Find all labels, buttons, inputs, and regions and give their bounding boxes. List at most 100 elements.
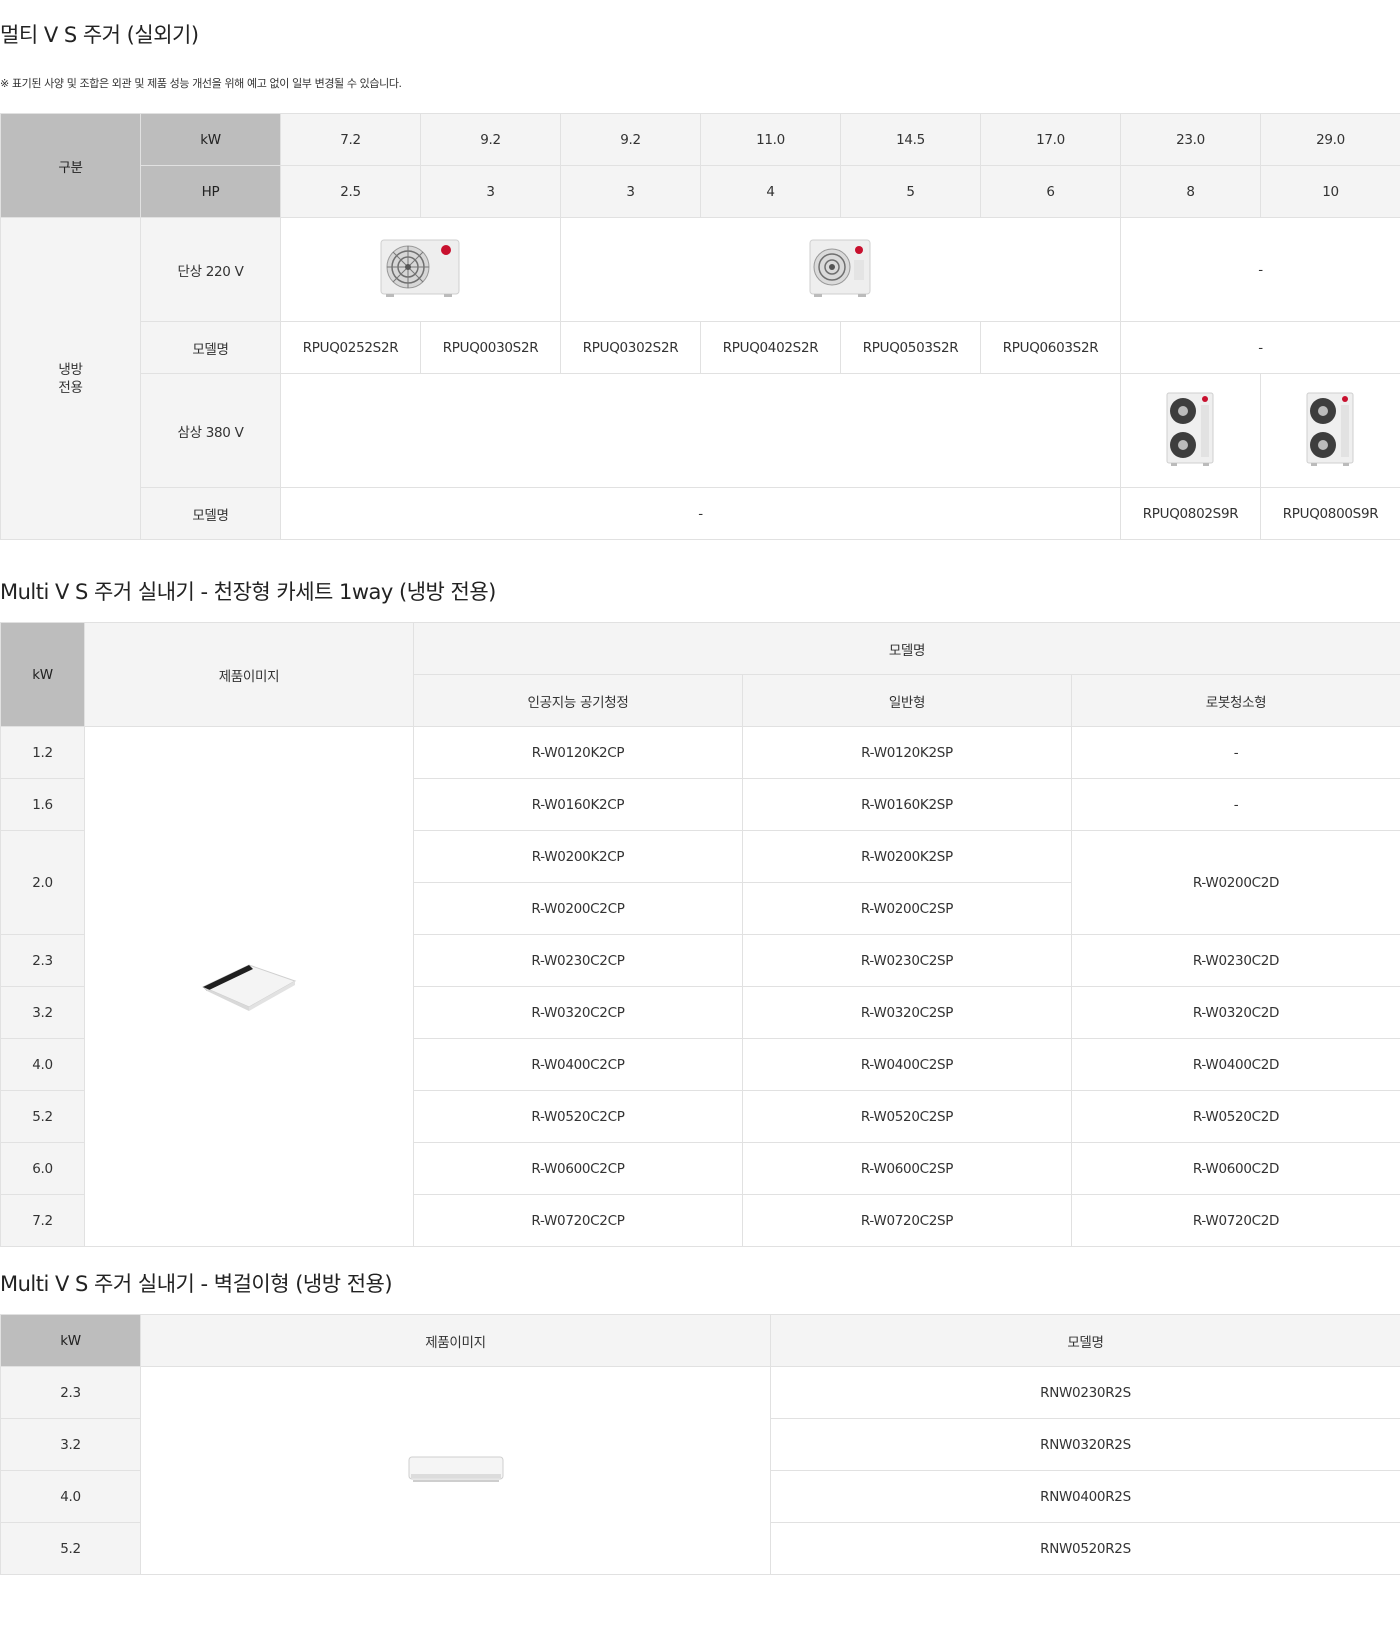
model-cell: R-W0200K2CP	[414, 831, 743, 883]
kw-cell: 23.0	[1121, 114, 1261, 166]
wall-mount-unit-image	[407, 1454, 505, 1488]
outdoor-unit-image-cell	[561, 218, 1121, 322]
model-cell: RPUQ0302S2R	[561, 322, 701, 374]
model-cell: R-W0520C2CP	[414, 1091, 743, 1143]
kw-header-cell: kW	[1, 1315, 141, 1367]
kw-cell: 4.0	[1, 1471, 141, 1523]
kw-cell: 17.0	[981, 114, 1121, 166]
single-phase-model-row: 모델명 RPUQ0252S2R RPUQ0030S2R RPUQ0302S2R …	[1, 322, 1400, 374]
model-cell: R-W0230C2CP	[414, 935, 743, 987]
image-header-cell: 제품이미지	[85, 623, 414, 727]
ceiling-cassette-image	[201, 957, 297, 1017]
wall-mount-spec-table: kW 제품이미지 모델명 2.3 RNW0230R2S 3.2 RNW0320R…	[0, 1314, 1400, 1575]
hp-cell: 3	[421, 166, 561, 218]
cassette-spec-table: kW 제품이미지 모델명 인공지능 공기청정 일반형 로봇청소형 1.2	[0, 622, 1400, 1247]
outdoor-unit-image-cell	[281, 218, 561, 322]
kw-label-cell: kW	[141, 114, 281, 166]
cassette-title: Multi V S 주거 실내기 - 천장형 카세트 1way (냉방 전용)	[0, 576, 1400, 608]
kw-cell: 14.5	[841, 114, 981, 166]
kw-cell: 11.0	[701, 114, 841, 166]
cooling-only-cell: 냉방 전용	[1, 218, 141, 540]
model-header-cell: 모델명	[414, 623, 1400, 675]
spec-notice: ※ 표기된 사양 및 조합은 외관 및 제품 성능 개선을 위해 예고 없이 일…	[0, 75, 1400, 93]
model-cell: RNW0400R2S	[771, 1471, 1400, 1523]
kw-row: 구분 kW 7.2 9.2 9.2 11.0 14.5 17.0 23.0 29…	[1, 114, 1400, 166]
model-cell: RPUQ0503S2R	[841, 322, 981, 374]
kw-cell: 6.0	[1, 1143, 85, 1195]
outdoor-unit-dual-fan-image	[1165, 391, 1217, 471]
model-cell: -	[1072, 727, 1400, 779]
outdoor-unit-fan-image	[380, 238, 462, 302]
model-cell: R-W0600C2D	[1072, 1143, 1400, 1195]
hp-cell: 5	[841, 166, 981, 218]
group-header-cell: 구분	[1, 114, 141, 218]
model-cell: R-W0400C2SP	[743, 1039, 1072, 1091]
model-empty-cell: -	[281, 488, 1121, 540]
model-cell: R-W0400C2D	[1072, 1039, 1400, 1091]
kw-cell: 3.2	[1, 1419, 141, 1471]
hp-cell: 4	[701, 166, 841, 218]
kw-cell: 5.2	[1, 1523, 141, 1575]
model-cell: RPUQ0800S9R	[1261, 488, 1400, 540]
outdoor-spec-table: 구분 kW 7.2 9.2 9.2 11.0 14.5 17.0 23.0 29…	[0, 113, 1400, 540]
three-phase-image-row: 삼상 380 V	[1, 374, 1400, 488]
model-cell: R-W0120K2SP	[743, 727, 1072, 779]
model-cell: R-W0200C2CP	[414, 883, 743, 935]
model-cell: RPUQ0030S2R	[421, 322, 561, 374]
hp-cell: 3	[561, 166, 701, 218]
model-cell: R-W0520C2D	[1072, 1091, 1400, 1143]
outdoor-unit-compact-image	[808, 238, 874, 302]
model-cell: R-W0720C2SP	[743, 1195, 1072, 1247]
kw-cell: 5.2	[1, 1091, 85, 1143]
standard-header: 일반형	[743, 675, 1072, 727]
cassette-image-cell	[85, 727, 414, 1247]
model-cell: R-W0320C2D	[1072, 987, 1400, 1039]
model-cell: R-W0320C2SP	[743, 987, 1072, 1039]
outdoor-unit-image-cell	[1121, 374, 1261, 488]
model-cell: RPUQ0603S2R	[981, 322, 1121, 374]
ai-purifier-header: 인공지능 공기청정	[414, 675, 743, 727]
model-cell: RPUQ0402S2R	[701, 322, 841, 374]
three-phase-blank-cell	[281, 374, 1121, 488]
model-cell: R-W0230C2SP	[743, 935, 1072, 987]
model-cell: RPUQ0252S2R	[281, 322, 421, 374]
kw-cell: 2.3	[1, 935, 85, 987]
hp-cell: 8	[1121, 166, 1261, 218]
kw-cell: 29.0	[1261, 114, 1400, 166]
single-phase-label: 단상 220 V	[141, 218, 281, 322]
model-cell: R-W0120K2CP	[414, 727, 743, 779]
model-cell: RNW0520R2S	[771, 1523, 1400, 1575]
model-cell: -	[1072, 779, 1400, 831]
outdoor-unit-title: 멀티 V S 주거 (실외기)	[0, 19, 1400, 51]
kw-cell: 1.6	[1, 779, 85, 831]
cassette-header-row: kW 제품이미지 모델명	[1, 623, 1400, 675]
kw-cell: 7.2	[281, 114, 421, 166]
hp-label-cell: HP	[141, 166, 281, 218]
outdoor-unit-dual-fan-image	[1305, 391, 1357, 471]
wall-mount-title: Multi V S 주거 실내기 - 벽걸이형 (냉방 전용)	[0, 1268, 1400, 1300]
model-cell: R-W0400C2CP	[414, 1039, 743, 1091]
three-phase-label: 삼상 380 V	[141, 374, 281, 488]
spec-page: 멀티 V S 주거 (실외기) ※ 표기된 사양 및 조합은 외관 및 제품 성…	[0, 19, 1400, 1575]
single-phase-image-row: 냉방 전용 단상 220 V	[1, 218, 1400, 322]
kw-cell: 2.0	[1, 831, 85, 935]
model-cell: R-W0320C2CP	[414, 987, 743, 1039]
kw-cell: 9.2	[421, 114, 561, 166]
model-cell: RPUQ0802S9R	[1121, 488, 1261, 540]
hp-cell: 2.5	[281, 166, 421, 218]
model-empty-cell: -	[1121, 322, 1400, 374]
model-cell: R-W0720C2CP	[414, 1195, 743, 1247]
hp-cell: 10	[1261, 166, 1400, 218]
wall-unit-image-cell	[141, 1367, 771, 1575]
model-cell: R-W0520C2SP	[743, 1091, 1072, 1143]
robot-clean-header: 로봇청소형	[1072, 675, 1400, 727]
model-cell: R-W0600C2CP	[414, 1143, 743, 1195]
model-cell: RNW0230R2S	[771, 1367, 1400, 1419]
outdoor-unit-image-cell	[1261, 374, 1400, 488]
model-cell: R-W0600C2SP	[743, 1143, 1072, 1195]
wall-header-row: kW 제품이미지 모델명	[1, 1315, 1400, 1367]
three-phase-model-row: 모델명 - RPUQ0802S9R RPUQ0800S9R	[1, 488, 1400, 540]
table-row: 2.3 RNW0230R2S	[1, 1367, 1400, 1419]
kw-cell: 1.2	[1, 727, 85, 779]
kw-cell: 2.3	[1, 1367, 141, 1419]
